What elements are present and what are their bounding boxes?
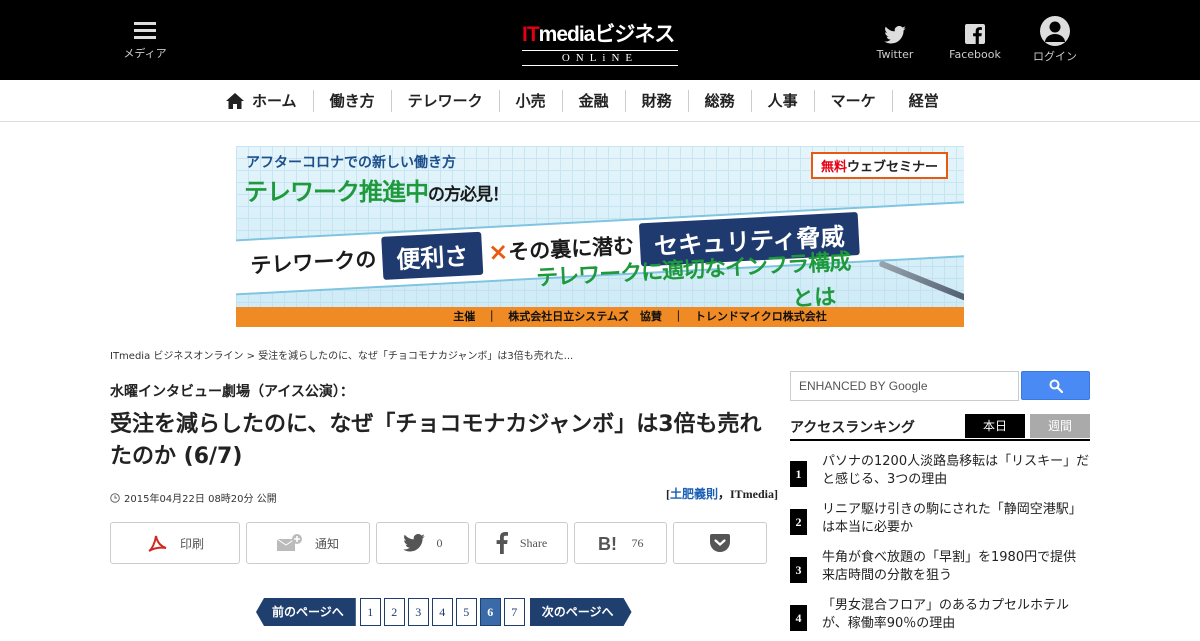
logo-media: mediaビジネス: [538, 23, 676, 46]
tweet-button[interactable]: 0: [376, 522, 469, 564]
logo-online: ONLiNE: [522, 50, 678, 66]
tweet-count: 0: [436, 535, 443, 550]
ranking-headline: 牛角が食べ放題の「早割」を1980円で提供 来店時間の分散を狙う: [822, 550, 1090, 583]
ranking-item-4[interactable]: 4 「男女混合フロア」のあるカプセルホテルが、稼働率90％の理由: [790, 597, 1090, 641]
facebook-link[interactable]: Facebook: [946, 18, 1004, 61]
media-menu-button[interactable]: メディア: [120, 18, 170, 61]
breadcrumb-home-link[interactable]: ITmedia ビジネスオンライン: [110, 351, 243, 362]
login-button[interactable]: ログイン: [1028, 16, 1082, 64]
mail-plus-icon: [276, 534, 303, 552]
site-search-input[interactable]: ENHANCED BY Google: [790, 371, 1019, 401]
page-link-3[interactable]: 3: [407, 598, 429, 626]
breadcrumb-current: 受注を減らしたのに、なぜ「チョコモナカジャンボ」は3倍も売れた...: [258, 351, 574, 362]
ranking-number: 3: [790, 557, 807, 583]
facebook-share-button[interactable]: Share: [475, 522, 568, 564]
facebook-share-label: Share: [519, 535, 548, 550]
nav-item-management[interactable]: 経営: [891, 90, 955, 112]
media-menu-label: メディア: [123, 47, 167, 60]
hamburger-icon: [134, 22, 156, 40]
nav-item-telework[interactable]: テレワーク: [390, 90, 499, 112]
nav-item-work-style[interactable]: 働き方: [312, 90, 391, 112]
nav-item-accounting[interactable]: 財務: [624, 90, 688, 112]
tab-weekly[interactable]: 週間: [1030, 414, 1090, 438]
article-title: 受注を減らしたのに、なぜ「チョコモナカジャンボ」は3倍も売れたのか (6/7): [110, 412, 762, 469]
author-byline: [土肥義則，ITmedia]: [665, 487, 778, 501]
category-nav: ホーム 働き方 テレワーク 小売 金融 財務 総務 人事 マーケ 経営: [0, 80, 1200, 122]
user-icon: [1028, 16, 1082, 46]
nav-item-retail[interactable]: 小売: [498, 90, 562, 112]
breadcrumb: ITmedia ビジネスオンライン > 受注を減らしたのに、なぜ「チョコモナカジ…: [110, 351, 574, 362]
clock-icon: [110, 492, 120, 503]
ranking-headline: リニア駆け引きの駒にされた「静岡空港駅」は本当に必要か: [822, 502, 1082, 535]
search-button[interactable]: [1021, 371, 1090, 400]
next-page-button[interactable]: 次のページへ: [530, 598, 632, 626]
nav-label-home: ホーム: [252, 92, 297, 110]
banner-ad[interactable]: アフターコロナでの新しい働き方 テレワーク推進中の方必見！ 無料ウェブセミナー …: [236, 146, 964, 327]
hatena-bookmark-icon: B!: [598, 534, 620, 552]
page-link-7[interactable]: 7: [503, 598, 525, 626]
page-link-2[interactable]: 2: [383, 598, 405, 626]
facebook-share-icon: [496, 532, 508, 554]
nav-item-marketing[interactable]: マーケ: [813, 90, 892, 112]
pagination: 前のページへ 1 2 3 4 5 6 7 次のページへ: [256, 598, 632, 626]
svg-text:B!: B!: [598, 534, 617, 552]
home-icon: [226, 93, 244, 109]
twitter-label: Twitter: [876, 48, 914, 61]
twitter-share-icon: [402, 534, 425, 552]
ranking-item-1[interactable]: 1 パソナの1200人淡路島移転は「リスキー」だと感じる、3つの理由: [790, 453, 1090, 497]
notify-button[interactable]: 通知: [246, 522, 370, 564]
logo-it: IT: [522, 23, 540, 46]
ranking-headline: 「男女混合フロア」のあるカプセルホテルが、稼働率90％の理由: [822, 598, 1070, 631]
ranking-number: 1: [790, 461, 807, 487]
notify-label: 通知: [314, 536, 339, 551]
nav-item-home[interactable]: ホーム: [226, 90, 313, 112]
print-label: 印刷: [179, 536, 204, 551]
print-button[interactable]: 印刷: [110, 522, 240, 564]
top-header: メディア ITmediaビジネス ONLiNE Twitter Facebook…: [0, 0, 1200, 80]
page-link-5[interactable]: 5: [455, 598, 477, 626]
banner-line1: アフターコロナでの新しい働き方: [246, 155, 456, 171]
article-kicker: 水曜インタビュー劇場（アイス公演）：: [110, 384, 354, 400]
site-logo[interactable]: ITmediaビジネス ONLiNE: [522, 18, 678, 66]
pocket-button[interactable]: [673, 522, 767, 564]
twitter-link[interactable]: Twitter: [872, 18, 918, 61]
tab-today[interactable]: 本日: [965, 414, 1025, 438]
hatena-bookmark-button[interactable]: B! 76: [574, 522, 667, 564]
nav-item-finance[interactable]: 金融: [561, 90, 625, 112]
login-label: ログイン: [1033, 50, 1077, 63]
page-link-4[interactable]: 4: [431, 598, 453, 626]
banner-line2: テレワーク推進中の方必見！: [244, 178, 509, 206]
pocket-icon: [710, 534, 730, 552]
banner-sponsor-footer: 主催 ｜ 株式会社日立システムズ 協賛 ｜ トレンドマイクロ株式会社: [236, 307, 964, 327]
hatena-count: 76: [631, 535, 644, 550]
facebook-icon: [946, 18, 1004, 44]
facebook-label: Facebook: [949, 48, 1001, 61]
ranking-number: 2: [790, 509, 807, 535]
ranking-divider: [790, 439, 1090, 441]
ranking-item-2[interactable]: 2 リニア駆け引きの駒にされた「静岡空港駅」は本当に必要か: [790, 501, 1090, 545]
ranking-number: 4: [790, 605, 807, 631]
ranking-title: アクセスランキング: [790, 420, 915, 436]
banner-seminar-badge: 無料ウェブセミナー: [810, 152, 948, 179]
page-link-1[interactable]: 1: [359, 598, 381, 626]
ranking-headline: パソナの1200人淡路島移転は「リスキー」だと感じる、3つの理由: [822, 454, 1090, 487]
twitter-icon: [872, 18, 918, 44]
nav-item-hr[interactable]: 人事: [750, 90, 814, 112]
nav-item-general-affairs[interactable]: 総務: [687, 90, 751, 112]
page-link-6-current[interactable]: 6: [479, 598, 501, 626]
search-icon: [1049, 379, 1063, 393]
ranking-item-3[interactable]: 3 牛角が食べ放題の「早割」を1980円で提供 来店時間の分散を狙う: [790, 549, 1090, 593]
pdf-print-icon: [146, 533, 168, 553]
prev-page-button[interactable]: 前のページへ: [256, 598, 356, 626]
author-link[interactable]: 土肥義則: [670, 487, 718, 501]
publish-date: 2015年04月22日 08時20分 公開: [110, 490, 277, 505]
